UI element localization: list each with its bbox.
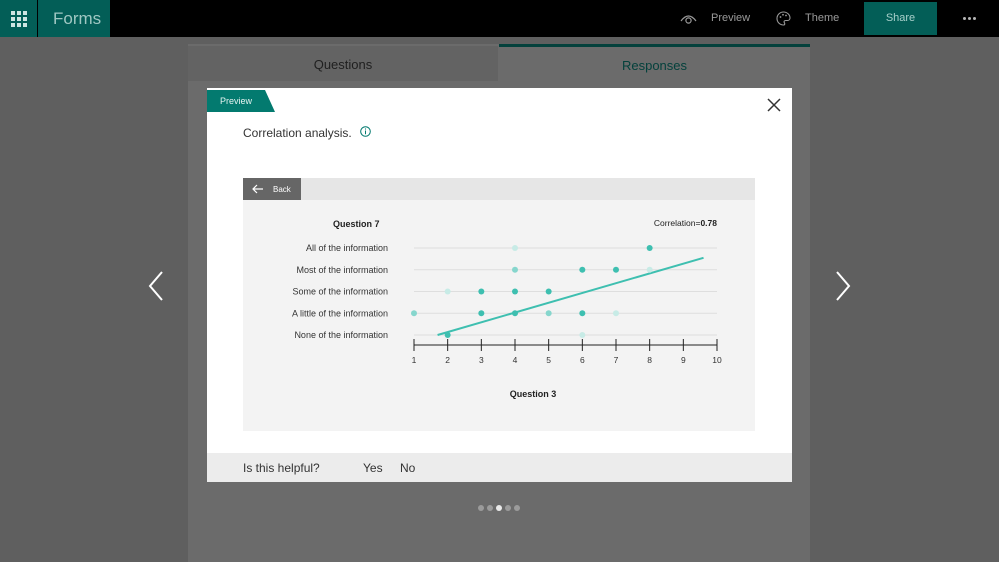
tab-responses[interactable]: Responses (499, 44, 810, 82)
x-tick-label: 7 (614, 355, 619, 365)
data-point (545, 288, 552, 295)
data-point (579, 332, 586, 338)
x-tick-label: 3 (479, 355, 484, 365)
category-label: All of the information (306, 243, 388, 253)
data-point (579, 310, 586, 317)
preview-tag: Preview (207, 90, 275, 112)
x-tick-label: 10 (712, 355, 722, 365)
data-point (512, 310, 518, 317)
data-point (444, 288, 451, 295)
x-tick-label: 5 (546, 355, 551, 365)
feedback-yes-button[interactable]: Yes (363, 461, 383, 475)
x-tick-label: 1 (412, 355, 417, 365)
category-label: Most of the information (296, 265, 388, 275)
tab-questions[interactable]: Questions (188, 46, 498, 81)
data-point (613, 310, 619, 317)
category-label: Some of the information (292, 287, 388, 297)
x-tick-label: 8 (647, 355, 652, 365)
category-label: None of the information (294, 330, 388, 340)
chart-area: Back All of the information Most of the i… (243, 178, 755, 431)
info-icon[interactable] (360, 126, 371, 137)
chart-title: Question 7 (333, 219, 380, 229)
data-point (579, 266, 586, 273)
data-point (478, 288, 485, 295)
arrow-left-icon (252, 184, 263, 194)
x-tick-label: 4 (513, 355, 518, 365)
x-tick-label: 9 (681, 355, 686, 365)
category-label: A little of the information (292, 308, 388, 318)
insight-dialog: Preview Correlation analysis. Back All o… (207, 88, 792, 482)
pager-dot[interactable] (487, 505, 493, 511)
correlation-label: Correlation= (654, 218, 701, 228)
theme-label: Theme (805, 12, 840, 24)
more-dots-icon (962, 17, 966, 20)
preview-button[interactable]: Preview (680, 0, 750, 37)
data-point (512, 266, 518, 273)
share-button[interactable]: Share (864, 2, 937, 35)
correlation-readout: Correlation=0.78 (654, 218, 717, 228)
feedback-bar: Is this helpful? Yes No (207, 453, 792, 482)
correlation-value: 0.78 (700, 218, 717, 228)
pager-dot[interactable] (505, 505, 511, 511)
back-label: Back (273, 184, 291, 194)
data-point (512, 288, 518, 295)
app-launcher-button[interactable] (0, 0, 37, 37)
preview-label: Preview (711, 12, 751, 24)
top-bar: Forms Preview Theme Share (0, 0, 999, 37)
data-point (646, 266, 653, 273)
insight-title: Correlation analysis. (243, 126, 352, 140)
feedback-question: Is this helpful? (243, 461, 320, 475)
data-point (646, 245, 653, 251)
back-button[interactable]: Back (243, 178, 301, 200)
feedback-no-button[interactable]: No (400, 461, 415, 475)
waffle-icon (10, 10, 27, 27)
data-point (545, 310, 552, 317)
next-insight-button[interactable] (833, 270, 853, 302)
close-icon[interactable] (766, 97, 782, 113)
data-point (444, 332, 451, 338)
app-name[interactable]: Forms (38, 0, 110, 37)
pager-dot[interactable] (514, 505, 520, 511)
pager-dot[interactable] (478, 505, 484, 511)
more-options-button[interactable] (954, 0, 984, 37)
palette-icon (776, 11, 791, 26)
data-point (411, 310, 417, 317)
eye-icon (680, 14, 697, 24)
x-tick-label: 2 (445, 355, 450, 365)
pager-dots (478, 505, 520, 511)
pager-dot[interactable] (496, 505, 502, 511)
correlation-chart: All of the information Most of the inform… (292, 218, 722, 399)
data-point (478, 310, 485, 317)
data-point (512, 245, 518, 251)
theme-button[interactable]: Theme (776, 0, 839, 37)
previous-insight-button[interactable] (146, 270, 166, 302)
x-axis-title: Question 3 (510, 389, 557, 399)
x-tick-label: 6 (580, 355, 585, 365)
data-point (613, 266, 619, 273)
chart-header: Back (243, 178, 755, 200)
